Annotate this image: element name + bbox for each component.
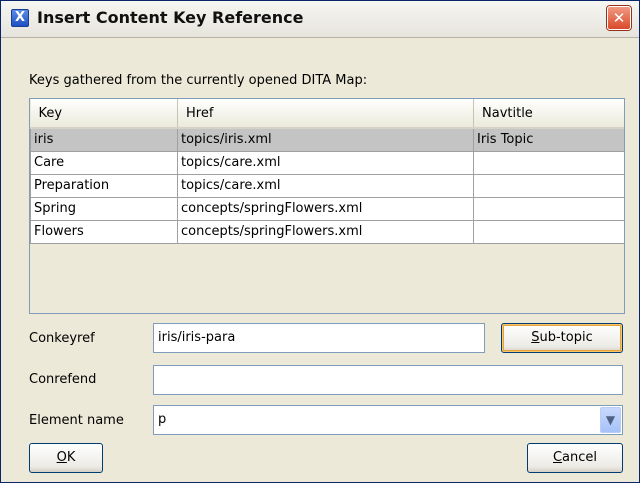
sub-topic-button[interactable]: Sub-topic [501, 323, 623, 353]
cell-href: topics/care.xml [177, 150, 474, 175]
conrefend-input[interactable] [153, 365, 623, 395]
cell-navtitle [473, 173, 624, 198]
cancel-mnemonic: C [552, 450, 563, 465]
cell-key: iris [30, 127, 178, 152]
close-icon[interactable]: ✕ [607, 6, 631, 30]
element-name-select[interactable]: p ▼ [153, 405, 623, 435]
keys-label: Keys gathered from the currently opened … [29, 73, 368, 88]
table-row[interactable]: Spring concepts/springFlowers.xml [30, 196, 624, 221]
table-row[interactable]: Preparation topics/care.xml [30, 173, 624, 198]
column-header-href[interactable]: Href [177, 99, 474, 129]
cancel-label: ancel [562, 450, 598, 465]
ok-label: K [66, 450, 76, 465]
sub-topic-label: ub-topic [539, 330, 593, 345]
table-row[interactable]: Flowers concepts/springFlowers.xml [30, 219, 624, 244]
dialog-window: X Insert Content Key Reference ✕ Keys ga… [0, 0, 640, 483]
cell-navtitle [473, 219, 624, 244]
column-header-key[interactable]: Key [30, 99, 178, 129]
cell-href: topics/iris.xml [177, 127, 474, 152]
table-row[interactable]: iris topics/iris.xml Iris Topic [30, 127, 624, 152]
chevron-down-icon[interactable]: ▼ [600, 407, 621, 433]
ok-mnemonic: O [56, 450, 67, 465]
cancel-button[interactable]: Cancel [527, 443, 623, 473]
conkeyref-label: Conkeyref [29, 331, 95, 346]
title-bar[interactable]: X Insert Content Key Reference ✕ [1, 1, 639, 38]
sub-topic-mnemonic: S [531, 330, 540, 345]
conkeyref-input[interactable]: iris/iris-para [153, 323, 485, 353]
column-header-navtitle[interactable]: Navtitle [473, 99, 624, 129]
cell-href: topics/care.xml [177, 173, 474, 198]
cell-key: Flowers [30, 219, 178, 244]
cell-href: concepts/springFlowers.xml [177, 196, 474, 221]
dialog-title: Insert Content Key Reference [37, 8, 304, 27]
cell-navtitle [473, 150, 624, 175]
cell-href: concepts/springFlowers.xml [177, 219, 474, 244]
cell-key: Spring [30, 196, 178, 221]
cell-key: Care [30, 150, 178, 175]
ok-button[interactable]: OK [29, 443, 103, 473]
conrefend-label: Conrefend [29, 372, 97, 387]
table-header-row: Key Href Navtitle [30, 99, 624, 129]
table-row[interactable]: Care topics/care.xml [30, 150, 624, 175]
cell-key: Preparation [30, 173, 178, 198]
keys-table[interactable]: Key Href Navtitle iris topics/iris.xml I… [29, 98, 625, 314]
element-name-value: p [158, 412, 167, 427]
cell-navtitle: Iris Topic [473, 127, 624, 152]
cell-navtitle [473, 196, 624, 221]
app-icon: X [11, 9, 29, 27]
element-name-label: Element name [29, 413, 124, 428]
